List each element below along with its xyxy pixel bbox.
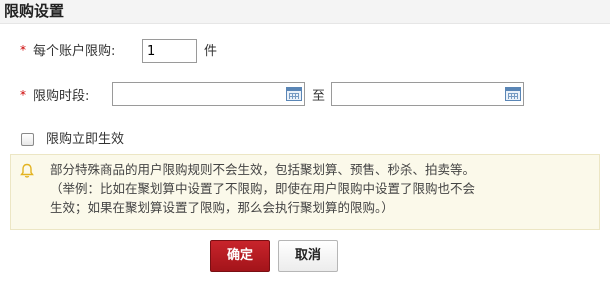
notice-box: 部分特殊商品的用户限购规则不会生效，包括聚划算、预售、秒杀、拍卖等。 （举例：比… bbox=[10, 154, 600, 230]
calendar-icon[interactable] bbox=[286, 87, 302, 101]
notice-line-3: 生效；如果在聚划算设置了限购，那么会执行聚划算的限购。） bbox=[50, 200, 394, 215]
immediate-label[interactable]: 限购立即生效 bbox=[46, 132, 124, 148]
dialog-titlebar: 限购设置 bbox=[0, 0, 610, 24]
immediate-checkbox[interactable] bbox=[21, 133, 34, 146]
bell-icon bbox=[20, 163, 34, 178]
period-separator: 至 bbox=[312, 89, 326, 104]
period-label: 限购时段: bbox=[33, 89, 90, 104]
notice-line-1: 部分特殊商品的用户限购规则不会生效，包括聚划算、预售、秒杀、拍卖等。 bbox=[50, 162, 476, 177]
required-mark: * bbox=[20, 43, 26, 57]
period-start-input[interactable] bbox=[112, 82, 305, 106]
limit-purchase-dialog: 限购设置 * 每个账户限购: 件 * 限购时段: 至 限购立即生效 部分特殊商品… bbox=[0, 0, 610, 284]
cancel-button[interactable]: 取消 bbox=[278, 240, 338, 272]
limit-per-account-label: 每个账户限购: bbox=[33, 44, 116, 59]
confirm-button[interactable]: 确定 bbox=[210, 240, 270, 272]
period-end-input[interactable] bbox=[331, 82, 524, 106]
required-mark: * bbox=[20, 88, 26, 102]
dialog-title: 限购设置 bbox=[4, 2, 65, 20]
calendar-icon[interactable] bbox=[505, 87, 521, 101]
limit-unit-label: 件 bbox=[204, 44, 218, 59]
notice-line-2: （举例：比如在聚划算中设置了不限购，即使在用户限购中设置了限购也不会 bbox=[50, 181, 476, 196]
limit-per-account-input[interactable] bbox=[142, 39, 197, 63]
